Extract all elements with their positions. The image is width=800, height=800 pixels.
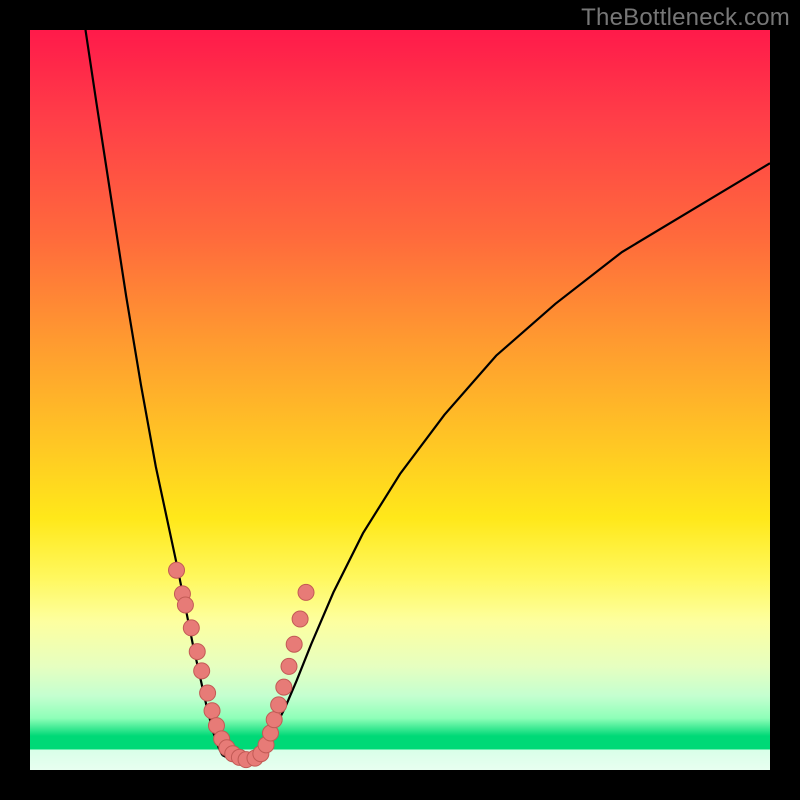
scatter-dot <box>177 597 193 613</box>
scatter-dot <box>281 658 297 674</box>
scatter-dot <box>292 611 308 627</box>
scatter-dot <box>189 644 205 660</box>
scatter-dot <box>271 697 287 713</box>
scatter-dot <box>266 712 282 728</box>
plot-area <box>30 30 770 770</box>
scatter-dot <box>183 620 199 636</box>
watermark-text: TheBottleneck.com <box>581 4 790 32</box>
scatter-left-dots <box>169 562 255 767</box>
chart-frame: TheBottleneck.com <box>0 0 800 800</box>
scatter-dot <box>204 703 220 719</box>
scatter-dot <box>169 562 185 578</box>
scatter-dot <box>200 685 216 701</box>
curve-layer <box>30 30 770 770</box>
scatter-right-dots <box>247 584 314 766</box>
scatter-dot <box>194 663 210 679</box>
scatter-dot <box>286 636 302 652</box>
scatter-dot <box>276 679 292 695</box>
curve-right-branch <box>259 163 770 755</box>
scatter-dot <box>298 584 314 600</box>
